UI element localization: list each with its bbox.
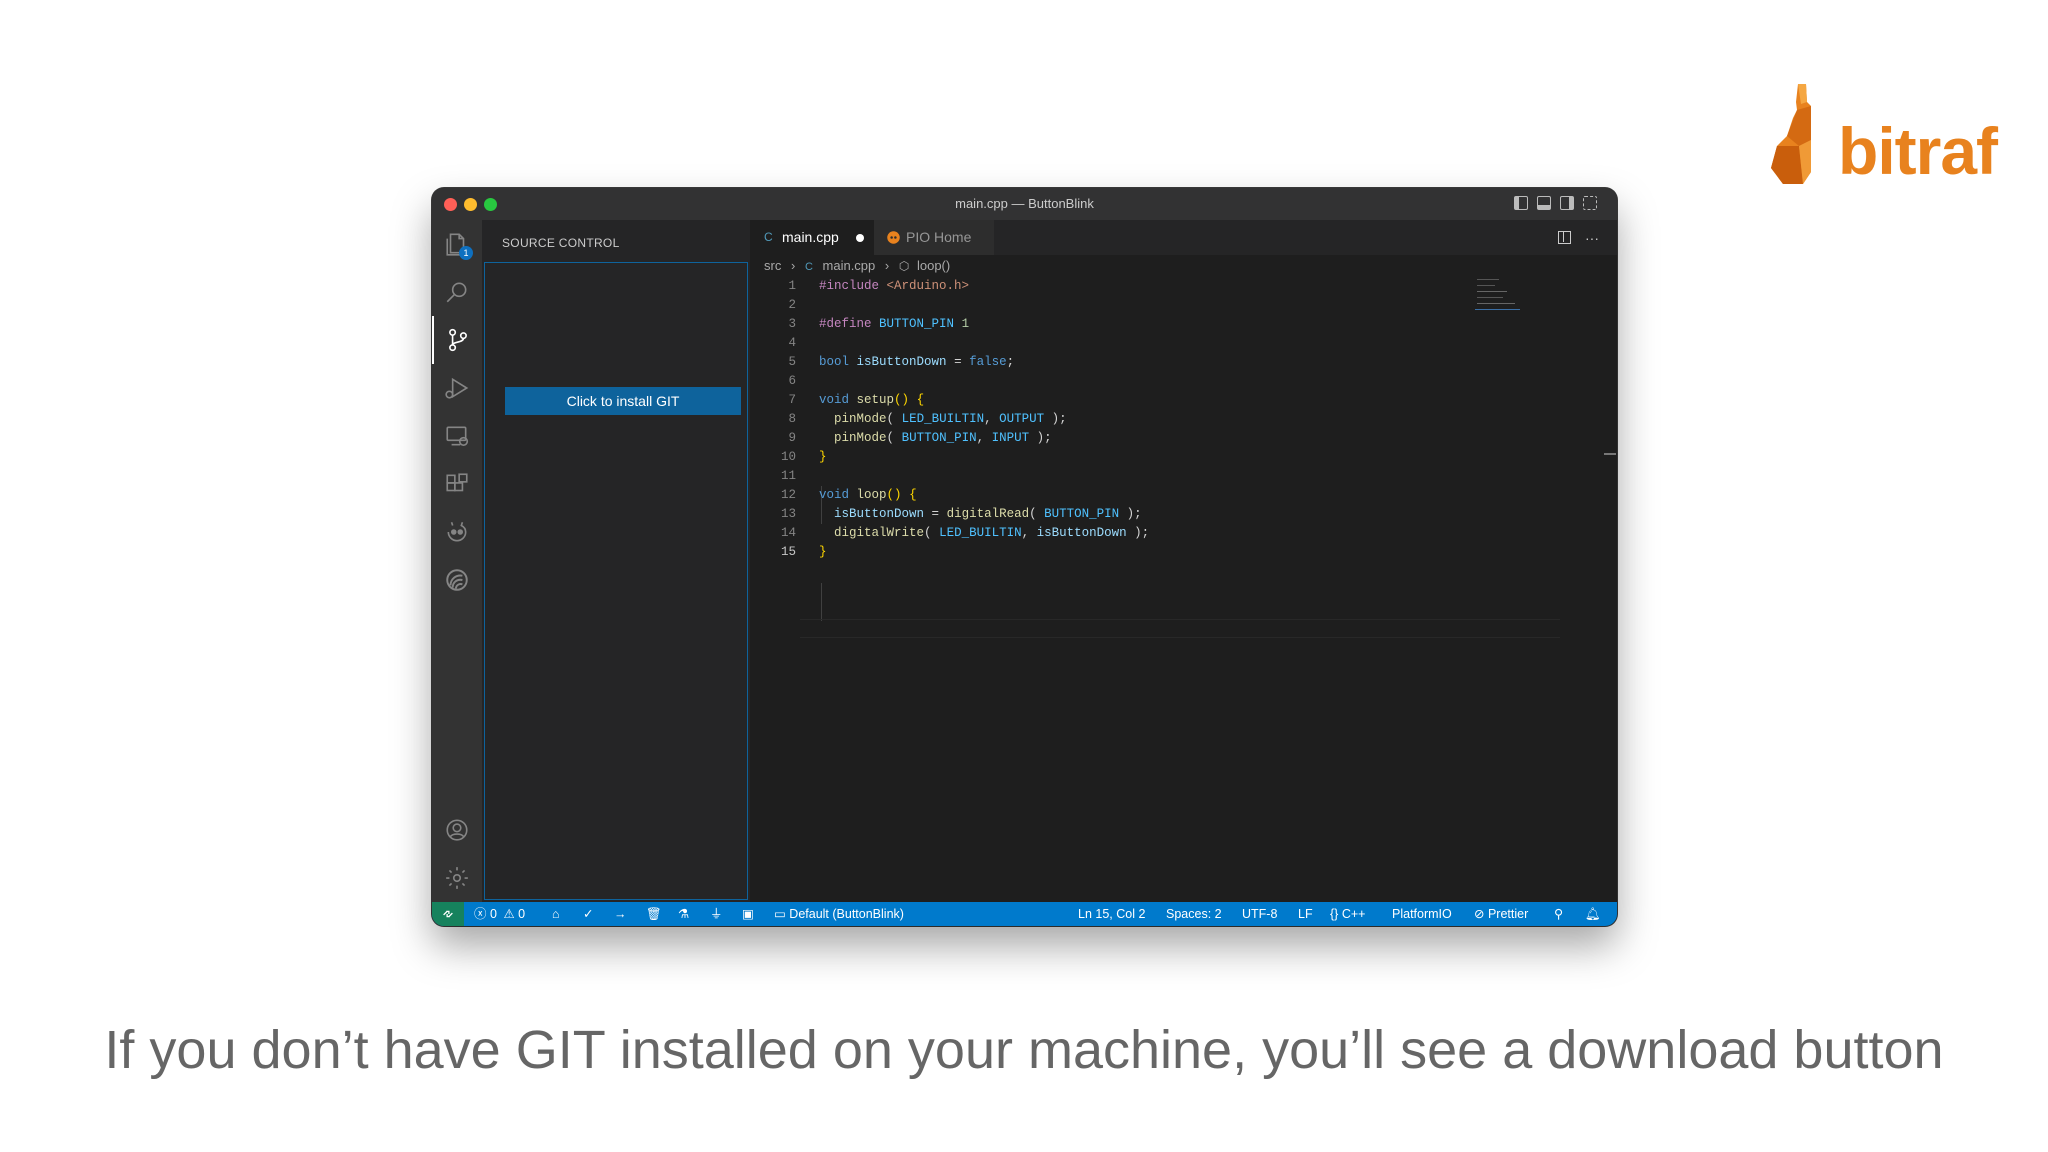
tab-pio-home[interactable]: PIO Home xyxy=(874,220,994,255)
chevron-right-icon: › xyxy=(790,258,796,273)
line-number: 7 xyxy=(788,393,796,407)
cursor-position[interactable]: Ln 15, Col 2 xyxy=(1078,902,1145,926)
scrollbar-marker xyxy=(1604,453,1616,455)
environment-label: Default (ButtonBlink) xyxy=(789,907,904,921)
pio-build-icon[interactable]: ✓ xyxy=(583,902,593,926)
breadcrumb: src › C main.cpp › ⬡ loop() xyxy=(750,255,1617,277)
prettier-icon: ⊘ xyxy=(1474,907,1485,921)
window-title: main.cpp — ButtonBlink xyxy=(955,196,1094,211)
prettier-label: Prettier xyxy=(1487,907,1529,921)
problems-indicator[interactable]: ⓧ 0 ⚠ 0 xyxy=(474,902,525,926)
error-icon: ⓧ xyxy=(474,907,487,921)
source-control-sidebar: SOURCE CONTROL Click to install GIT xyxy=(482,220,750,902)
line-number: 12 xyxy=(780,488,796,502)
explorer-icon[interactable]: 1 xyxy=(432,220,482,268)
unsaved-dot-icon[interactable] xyxy=(856,234,864,242)
notifications-bell-icon[interactable]: 🔔︎ xyxy=(1585,902,1601,926)
slide-caption: If you don’t have GIT installed on your … xyxy=(104,1020,1944,1080)
line-number: 5 xyxy=(788,355,796,369)
language-mode[interactable]: {} C++ xyxy=(1330,902,1365,926)
cpp-file-icon: C xyxy=(764,230,773,244)
platformio-icon[interactable] xyxy=(432,508,482,556)
project-environment[interactable]: ▭ Default (ButtonBlink) xyxy=(774,902,904,926)
breadcrumb-file[interactable]: main.cpp xyxy=(823,255,876,277)
indentation[interactable]: Spaces: 2 xyxy=(1166,902,1222,926)
status-bar: ⓧ 0 ⚠ 0 ⌂ ✓ → 🗑 ⚗ ⏚ ▣ ▭ Default (ButtonB… xyxy=(432,902,1617,926)
tab-label: PIO Home xyxy=(906,229,972,245)
tab-actions: ··· xyxy=(1558,220,1599,255)
layout-controls xyxy=(1514,196,1597,210)
function-symbol-icon: ⬡ xyxy=(898,259,910,273)
install-git-button[interactable]: Click to install GIT xyxy=(505,387,741,415)
line-number: 6 xyxy=(788,374,796,388)
current-line-highlight xyxy=(800,619,1560,638)
customize-layout-icon[interactable] xyxy=(1583,196,1597,210)
end-of-line[interactable]: LF xyxy=(1298,902,1313,926)
cpp-file-icon: C xyxy=(804,261,813,273)
source-control-icon[interactable] xyxy=(432,316,482,364)
breadcrumb-symbol[interactable]: loop() xyxy=(917,255,950,277)
tab-label: main.cpp xyxy=(782,229,839,245)
toggle-primary-sidebar-icon[interactable] xyxy=(1514,196,1528,210)
activity-bar: 1 xyxy=(432,220,482,902)
line-number: 4 xyxy=(788,336,796,350)
manage-gear-icon[interactable] xyxy=(432,854,482,902)
logo-text: bitraf xyxy=(1838,114,1998,188)
warning-icon: ⚠ xyxy=(503,907,515,921)
pio-test-icon[interactable]: ⚗ xyxy=(678,902,689,926)
explorer-badge: 1 xyxy=(459,246,473,260)
vscode-window: main.cpp — ButtonBlink 1 SOURCE CONTROL … xyxy=(432,188,1617,926)
line-number: 3 xyxy=(788,317,796,331)
chevron-right-icon: › xyxy=(884,258,890,273)
line-number: 8 xyxy=(788,412,796,426)
prettier-status[interactable]: ⊘ Prettier xyxy=(1474,902,1528,926)
live-share-icon[interactable]: ⚲ xyxy=(1554,902,1563,926)
line-number: 11 xyxy=(780,469,796,483)
line-number: 10 xyxy=(780,450,796,464)
editor-tabs: C main.cpp PIO Home ··· xyxy=(750,220,1617,255)
title-bar: main.cpp — ButtonBlink xyxy=(432,188,1617,220)
search-icon[interactable] xyxy=(432,268,482,316)
toggle-secondary-sidebar-icon[interactable] xyxy=(1560,196,1574,210)
run-debug-icon[interactable] xyxy=(432,364,482,412)
minimap[interactable] xyxy=(1475,277,1520,310)
error-count: 0 xyxy=(490,907,497,921)
remote-indicator-icon[interactable] xyxy=(432,902,464,926)
platformio-icon xyxy=(887,231,900,244)
line-number: 13 xyxy=(780,507,796,521)
warning-count: 0 xyxy=(518,907,526,921)
accounts-icon[interactable] xyxy=(432,806,482,854)
pio-clean-icon[interactable]: 🗑 xyxy=(646,902,662,926)
braces-icon: {} xyxy=(1330,907,1339,921)
toggle-panel-icon[interactable] xyxy=(1537,196,1551,210)
line-number: 9 xyxy=(788,431,796,445)
sidebar-header: SOURCE CONTROL xyxy=(502,236,620,250)
line-number: 15 xyxy=(780,545,796,559)
breadcrumb-folder[interactable]: src xyxy=(764,255,781,277)
more-actions-icon[interactable]: ··· xyxy=(1585,230,1599,246)
pio-upload-icon[interactable]: → xyxy=(614,902,627,926)
encoding[interactable]: UTF-8 xyxy=(1242,902,1277,926)
platformio-status[interactable]: PlatformIO xyxy=(1392,902,1452,926)
code-editor[interactable]: 1 2 3 4 5 6 7 8 9 10 11 12 13 14 15 #include <Arduino.… xyxy=(750,277,1617,902)
line-number: 14 xyxy=(780,526,796,540)
extensions-icon[interactable] xyxy=(432,460,482,508)
line-number: 2 xyxy=(788,298,796,312)
split-editor-icon[interactable] xyxy=(1558,231,1571,244)
pio-home-icon[interactable]: ⌂ xyxy=(552,902,560,926)
folder-icon: ▭ xyxy=(774,907,786,921)
tab-main-cpp[interactable]: C main.cpp xyxy=(750,220,874,255)
slide: bitraf main.cpp — ButtonBlink 1 SOURCE C… xyxy=(0,0,2048,1152)
indent-guide xyxy=(821,583,822,621)
pio-serial-monitor-icon[interactable]: ⏚ xyxy=(710,902,723,926)
line-number: 1 xyxy=(788,279,796,293)
language-label: C++ xyxy=(1341,907,1366,921)
remote-explorer-icon[interactable] xyxy=(432,412,482,460)
source-control-panel: Click to install GIT xyxy=(484,262,748,900)
pio-terminal-icon[interactable]: ▣ xyxy=(742,902,754,926)
espressif-icon[interactable] xyxy=(432,556,482,604)
